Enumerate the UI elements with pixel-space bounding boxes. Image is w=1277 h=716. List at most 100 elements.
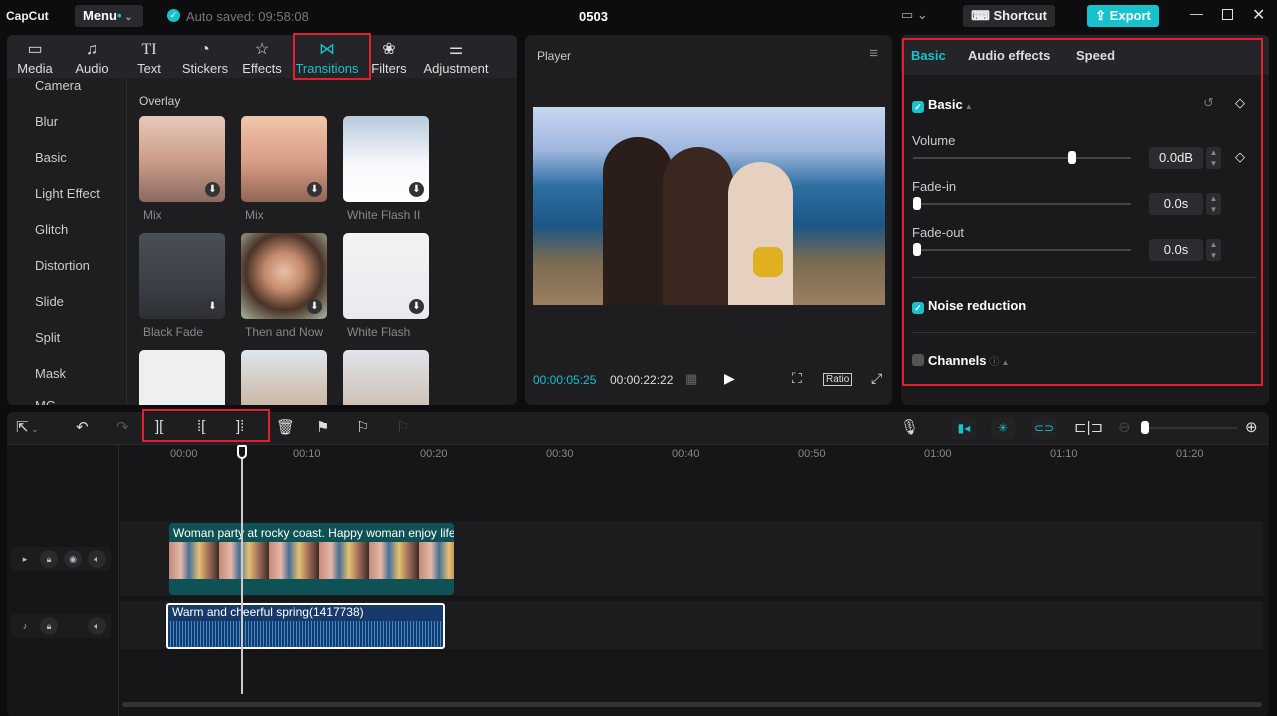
zoom-out-icon[interactable]: ⊖ xyxy=(1118,418,1131,436)
remove-marker-icon[interactable]: ⚐ xyxy=(396,418,409,436)
tick-label: 00:20 xyxy=(420,448,448,460)
auto-snap-icon[interactable]: ✳ xyxy=(991,417,1015,439)
category-mg[interactable]: MG xyxy=(35,398,56,405)
category-light-effect[interactable]: Light Effect xyxy=(35,186,100,201)
transition-thumb-white-flash[interactable]: ⬇ xyxy=(343,233,429,319)
export-icon: ⇪ xyxy=(1095,8,1110,23)
category-mask[interactable]: Mask xyxy=(35,366,66,381)
hamburger-menu-icon[interactable]: ≡ xyxy=(869,45,878,62)
transition-label: Mix xyxy=(245,208,264,222)
ratio-button[interactable]: Ratio xyxy=(823,373,853,386)
download-icon[interactable]: ⬇ xyxy=(409,299,424,314)
lock-icon[interactable]: 🔒︎ xyxy=(40,550,58,568)
tab-stickers[interactable]: ◔ Stickers xyxy=(179,39,231,76)
fullscreen-icon[interactable]: ⤢ xyxy=(871,370,882,387)
transition-label: White Flash II xyxy=(347,208,421,222)
highlight-inspector xyxy=(902,38,1263,386)
layout-icon[interactable]: ▭ ⌄ xyxy=(901,7,928,23)
download-icon[interactable]: ⬇ xyxy=(205,299,220,314)
main-track-magnet-icon[interactable]: ▮◂ xyxy=(952,417,976,439)
tick-label: 01:00 xyxy=(924,448,952,460)
shortcut-button[interactable]: ⌨ Shortcut xyxy=(963,5,1055,27)
category-slide[interactable]: Slide xyxy=(35,294,64,309)
minimize-icon[interactable]: — xyxy=(1190,6,1203,21)
transition-thumb-then-and-now[interactable]: ⬇ xyxy=(241,233,327,319)
export-label: Export xyxy=(1109,8,1151,23)
fit-screen-icon[interactable]: ⛶ xyxy=(792,370,802,387)
play-icon[interactable]: ▶ xyxy=(724,370,735,387)
category-basic[interactable]: Basic xyxy=(35,150,67,165)
tick-label: 01:10 xyxy=(1050,448,1078,460)
total-time: 00:00:22:22 xyxy=(610,373,674,387)
category-distortion[interactable]: Distortion xyxy=(35,258,90,273)
media-icon: ▭ xyxy=(27,41,43,58)
transition-thumb-mix-2[interactable]: ⬇ xyxy=(241,116,327,202)
category-split[interactable]: Split xyxy=(35,330,60,345)
player-panel: Player ≡ 00:00:05:25 00:00:22:22 ▦ ▶ ⛶ R… xyxy=(525,35,892,405)
audio-icon: ♫ xyxy=(86,41,98,58)
undo-icon[interactable]: ↶ xyxy=(76,418,89,436)
playhead-handle[interactable] xyxy=(237,445,247,459)
adjustment-icon: ⚌ xyxy=(448,41,464,58)
eye-icon[interactable]: ◉ xyxy=(64,550,82,568)
transition-thumb-mix[interactable]: ⬇ xyxy=(139,116,225,202)
tick-label: 00:00 xyxy=(170,448,198,460)
highlight-split-tools xyxy=(142,409,270,442)
redo-icon[interactable]: ↷ xyxy=(116,418,129,436)
marker-icon[interactable]: ⚐ xyxy=(356,418,369,436)
tab-audio[interactable]: ♫ Audio xyxy=(67,39,117,76)
tab-label: Adjustment xyxy=(423,61,489,76)
video-preview xyxy=(533,107,885,305)
download-icon[interactable]: ⬇ xyxy=(307,182,322,197)
transition-thumb[interactable] xyxy=(139,350,225,405)
select-cursor-icon[interactable]: ⇱ ⌄ xyxy=(16,418,39,436)
tab-label: Audio xyxy=(75,61,109,76)
tick-label: 00:40 xyxy=(672,448,700,460)
horizontal-scrollbar[interactable] xyxy=(122,702,1262,707)
timecode-grid-icon[interactable]: ▦ xyxy=(685,371,697,387)
download-icon[interactable]: ⬇ xyxy=(307,299,322,314)
tab-label: Text xyxy=(137,61,161,76)
tab-label: Effects xyxy=(242,61,282,76)
speaker-icon[interactable]: 🔈︎ xyxy=(88,617,106,635)
delete-icon[interactable]: 🗑 xyxy=(276,418,295,436)
menu-button[interactable]: Menu• ⌄ xyxy=(75,5,143,27)
tab-media[interactable]: ▭ Media xyxy=(9,39,61,76)
transition-thumb-white-flash-ii[interactable]: ⬇ xyxy=(343,116,429,202)
maximize-icon[interactable] xyxy=(1222,9,1233,20)
tick-label: 00:10 xyxy=(293,448,321,460)
transition-thumb-black-fade[interactable]: ⬇ xyxy=(139,233,225,319)
microphone-icon[interactable]: 🎙 xyxy=(900,418,919,436)
zoom-slider[interactable] xyxy=(1141,421,1237,434)
category-blur[interactable]: Blur xyxy=(35,114,58,129)
export-button[interactable]: ⇪ Export xyxy=(1087,5,1159,27)
close-icon[interactable]: ✕ xyxy=(1252,5,1265,25)
tab-filters[interactable]: ❀ Filters xyxy=(369,39,409,76)
slider-handle[interactable] xyxy=(1141,421,1149,434)
video-track-icon: ▸ xyxy=(22,554,28,564)
clip-title: Warm and cheerful spring(1417738) xyxy=(172,605,364,619)
zoom-in-icon[interactable]: ⊕ xyxy=(1245,418,1258,436)
autosave-status: Auto saved: 09:58:08 xyxy=(186,9,309,24)
audio-clip[interactable]: Warm and cheerful spring(1417738) xyxy=(166,603,445,649)
transition-thumb[interactable] xyxy=(241,350,327,405)
keyboard-icon: ⌨ xyxy=(971,8,994,23)
playhead[interactable] xyxy=(241,446,243,694)
preview-axis-icon[interactable]: ⊏|⊐ xyxy=(1074,418,1103,436)
tick-label: 00:30 xyxy=(546,448,574,460)
tab-text[interactable]: TI Text xyxy=(127,39,171,76)
lock-icon[interactable]: 🔒︎ xyxy=(40,617,58,635)
video-clip[interactable]: Woman party at rocky coast. Happy woman … xyxy=(169,523,454,595)
audio-waveform xyxy=(170,621,441,647)
transition-thumb[interactable] xyxy=(343,350,429,405)
tab-adjustment[interactable]: ⚌ Adjustment xyxy=(421,39,491,76)
category-camera[interactable]: Camera xyxy=(35,78,81,93)
category-glitch[interactable]: Glitch xyxy=(35,222,68,237)
speaker-icon[interactable]: 🔈︎ xyxy=(88,550,106,568)
transition-label: Black Fade xyxy=(143,325,204,339)
download-icon[interactable]: ⬇ xyxy=(409,182,424,197)
download-icon[interactable]: ⬇ xyxy=(205,182,220,197)
ai-marker-icon[interactable]: ⚑ xyxy=(316,418,329,436)
tab-effects[interactable]: ☆ Effects xyxy=(237,39,287,76)
link-icon[interactable]: ⊂⊃ xyxy=(1032,417,1056,439)
